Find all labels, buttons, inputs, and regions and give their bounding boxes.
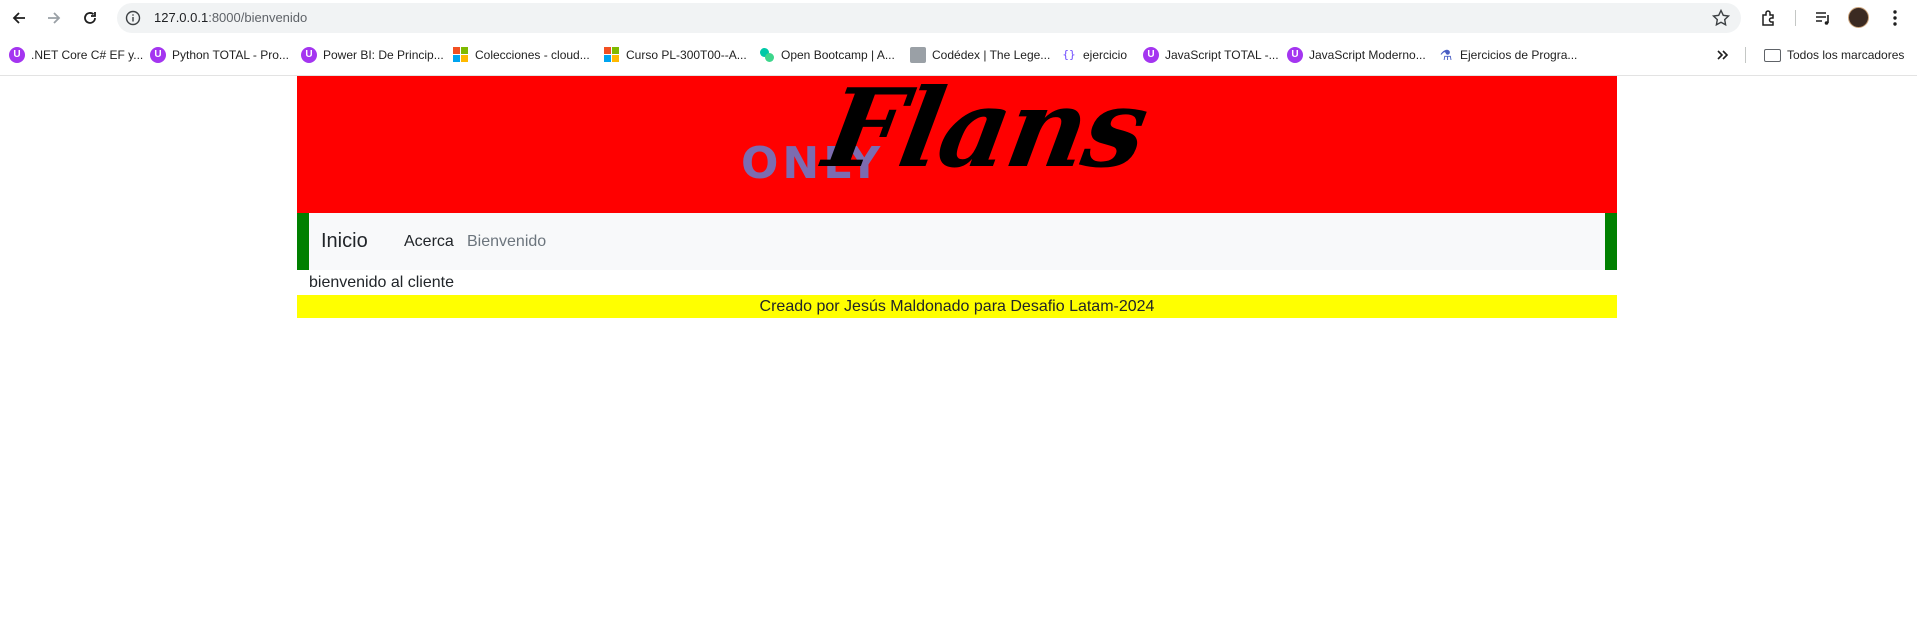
bookmark-item[interactable]: U Python TOTAL - Pro... [150, 45, 289, 65]
reload-icon[interactable] [79, 7, 101, 29]
udemy-icon: U [301, 47, 317, 63]
browser-toolbar: 127.0.0.1:8000/bienvenido [0, 0, 1917, 36]
site-footer: Creado por Jesús Maldonado para Desafio … [297, 295, 1617, 318]
nav-link-bienvenido[interactable]: Bienvenido [467, 233, 546, 251]
extensions-icon[interactable] [1758, 7, 1780, 29]
bookmark-item[interactable]: Open Bootcamp | A... [759, 45, 895, 65]
bookmark-item[interactable]: U .NET Core C# EF y... [9, 45, 143, 65]
toolbar-separator [1795, 10, 1796, 26]
bookmark-item[interactable]: U Power BI: De Princip... [301, 45, 444, 65]
url-text: 127.0.0.1:8000/bienvenido [154, 10, 308, 25]
navbar-brand-inicio[interactable]: Inicio [321, 230, 368, 253]
openbootcamp-icon [759, 47, 775, 63]
flask-icon: ⚗ [1439, 47, 1453, 63]
menu-kebab-icon[interactable] [1884, 7, 1906, 29]
bookmark-item[interactable]: U JavaScript Moderno... [1287, 45, 1426, 65]
site-info-icon[interactable] [125, 10, 141, 26]
page-container: ONLY Flans Inicio Acerca Bienvenido bien… [297, 76, 1617, 318]
udemy-icon: U [1287, 47, 1303, 63]
bookmark-item[interactable]: {} ejercicio [1061, 45, 1127, 65]
bookmarks-separator [1745, 47, 1746, 63]
nav-link-acerca[interactable]: Acerca [404, 233, 454, 251]
udemy-icon: U [150, 47, 166, 63]
welcome-message: bienvenido al cliente [309, 274, 454, 291]
bookmarks-bar: U .NET Core C# EF y... U Python TOTAL - Pr… [0, 36, 1917, 76]
folder-icon [1764, 48, 1781, 62]
media-queue-icon[interactable] [1812, 7, 1834, 29]
site-navbar: Inicio Acerca Bienvenido [297, 213, 1617, 270]
udemy-icon: U [9, 47, 25, 63]
bookmark-item[interactable]: ⚗ Ejercicios de Progra... [1438, 45, 1578, 65]
all-bookmarks-button[interactable]: Todos los marcadores [1764, 45, 1904, 65]
codedex-icon [910, 47, 926, 63]
more-bookmarks-icon[interactable] [1716, 45, 1730, 65]
microsoft-icon [453, 47, 469, 63]
forward-icon[interactable] [43, 7, 65, 29]
bookmark-item[interactable]: Codédex | The Lege... [910, 45, 1050, 65]
bookmark-item[interactable]: Colecciones - cloud... [453, 45, 590, 65]
bookmark-star-icon[interactable] [1711, 8, 1731, 28]
address-bar[interactable]: 127.0.0.1:8000/bienvenido [117, 3, 1741, 33]
bookmark-item[interactable]: U JavaScript TOTAL -... [1143, 45, 1279, 65]
code-braces-icon: {} [1062, 48, 1076, 61]
back-icon[interactable] [8, 7, 30, 29]
profile-avatar[interactable] [1848, 7, 1869, 28]
microsoft-icon [604, 47, 620, 63]
header-banner: ONLY Flans [297, 76, 1617, 213]
logo-flans-text: Flans [815, 76, 1156, 192]
udemy-icon: U [1143, 47, 1159, 63]
bookmark-item[interactable]: Curso PL-300T00--A... [604, 45, 747, 65]
